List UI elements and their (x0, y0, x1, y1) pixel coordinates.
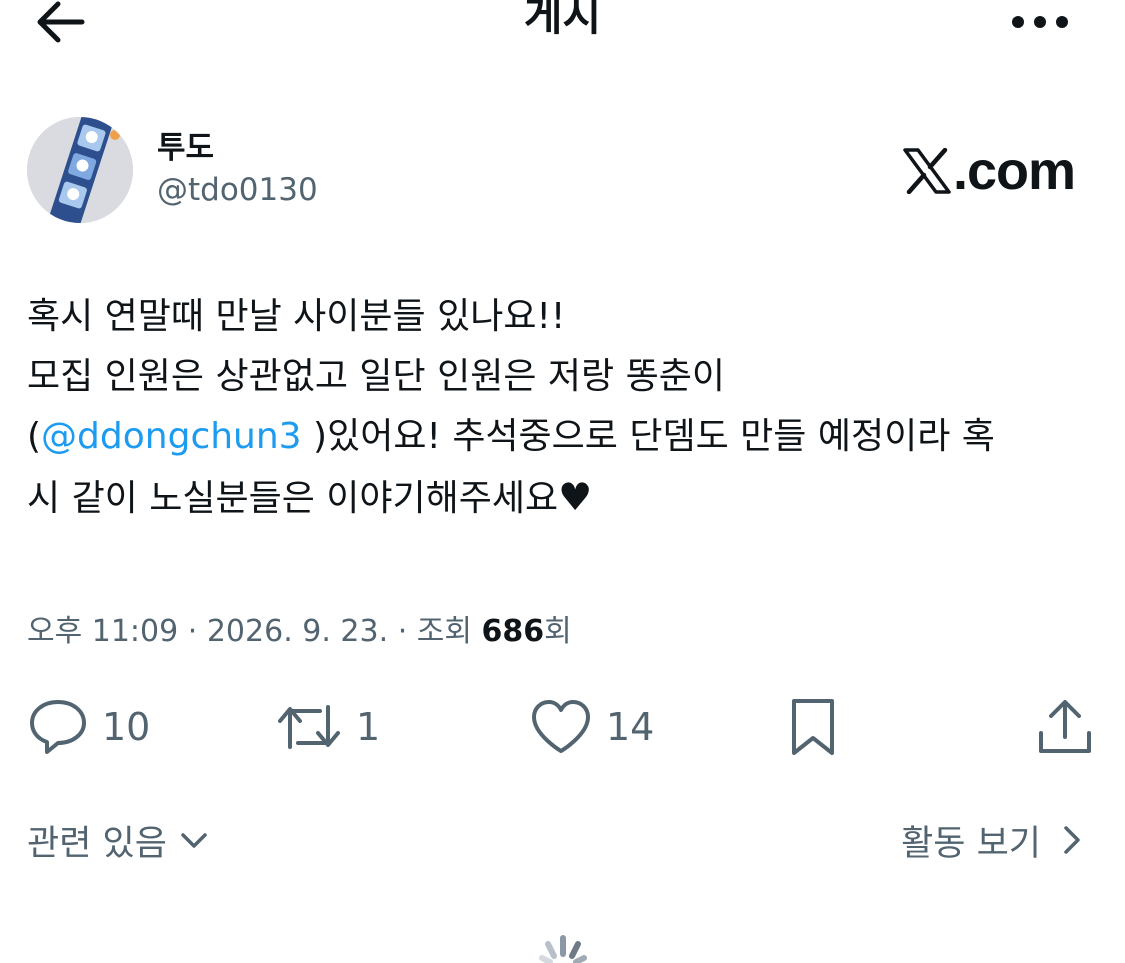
repost-count: 1 (356, 705, 381, 749)
related-label: 관련 있음 (27, 823, 167, 864)
view-activity-link[interactable]: 활동 보기 (901, 810, 1085, 870)
post-date[interactable]: 2026. 9. 23. (207, 614, 388, 649)
avatar-image (27, 117, 133, 223)
related-dropdown[interactable]: 관련 있음 (27, 810, 211, 870)
like-button[interactable]: 14 (530, 695, 654, 759)
post-line: 모집 인원은 상관없고 일단 인원은 저랑 똥춘이 (27, 356, 725, 397)
post-meta: 오후 11:09 · 2026. 9. 23. · 조회 686회 (27, 612, 572, 652)
author-handle[interactable]: @tdo0130 (157, 168, 318, 212)
bookmark-icon (792, 699, 834, 755)
action-bar: 10 1 14 (0, 695, 1125, 759)
footer-links: 관련 있음 활동 보기 (0, 810, 1125, 870)
x-com-brand: .com (903, 140, 1076, 202)
heart-icon (532, 700, 590, 753)
author-block: 투도 @tdo0130 (27, 117, 318, 223)
post-text-fragment: 시 같이 노실분들은 이야기해주세요 (27, 478, 559, 519)
meta-separator: · (187, 614, 198, 649)
post-time[interactable]: 오후 11:09 (27, 614, 178, 649)
views-count: 686 (481, 614, 545, 649)
repost-button[interactable]: 1 (276, 695, 380, 759)
more-horizontal-icon (1012, 16, 1068, 28)
heart-emoji: ♥ (558, 475, 593, 519)
avatar[interactable] (27, 117, 133, 223)
meta-separator: · (397, 614, 408, 649)
top-bar: 게시 (0, 0, 1125, 60)
post-body: 혹시 연말때 만날 사이분들 있나요!! 모집 인원은 상관없고 일단 인원은 … (27, 287, 1097, 529)
views-label: 조회 (416, 614, 472, 649)
views-suffix: 회 (544, 614, 572, 649)
post-line: (@ddongchun3 )있어요! 추석중으로 단뎀도 만들 예정이라 혹 (27, 407, 1097, 467)
x-logo-icon (903, 148, 951, 194)
mention-link[interactable]: @ddongchun3 (41, 416, 302, 457)
share-button[interactable] (1036, 695, 1094, 759)
bookmark-button[interactable] (788, 695, 838, 759)
share-icon (1039, 700, 1091, 753)
reply-icon (30, 700, 86, 754)
author-display-name[interactable]: 투도 (157, 128, 318, 168)
repost-icon (278, 705, 340, 749)
chevron-right-icon (1064, 826, 1080, 854)
reply-count: 10 (102, 705, 151, 749)
post-text-fragment: ( (27, 416, 42, 457)
chevron-down-icon (181, 833, 207, 848)
post-text-fragment: )있어요! 추석중으로 단뎀도 만들 예정이라 혹 (301, 416, 995, 457)
reply-button[interactable]: 10 (28, 695, 150, 759)
like-count: 14 (606, 705, 655, 749)
post-line: 혹시 연말때 만날 사이분들 있나요!! (27, 296, 566, 337)
page-title: 게시 (523, 0, 602, 40)
post-line: 시 같이 노실분들은 이야기해주세요♥ (27, 467, 1097, 529)
more-options-button[interactable] (1005, 0, 1075, 50)
brand-domain-text: .com (952, 141, 1076, 201)
loading-spinner-icon (539, 935, 587, 963)
activity-label: 활동 보기 (901, 823, 1041, 864)
